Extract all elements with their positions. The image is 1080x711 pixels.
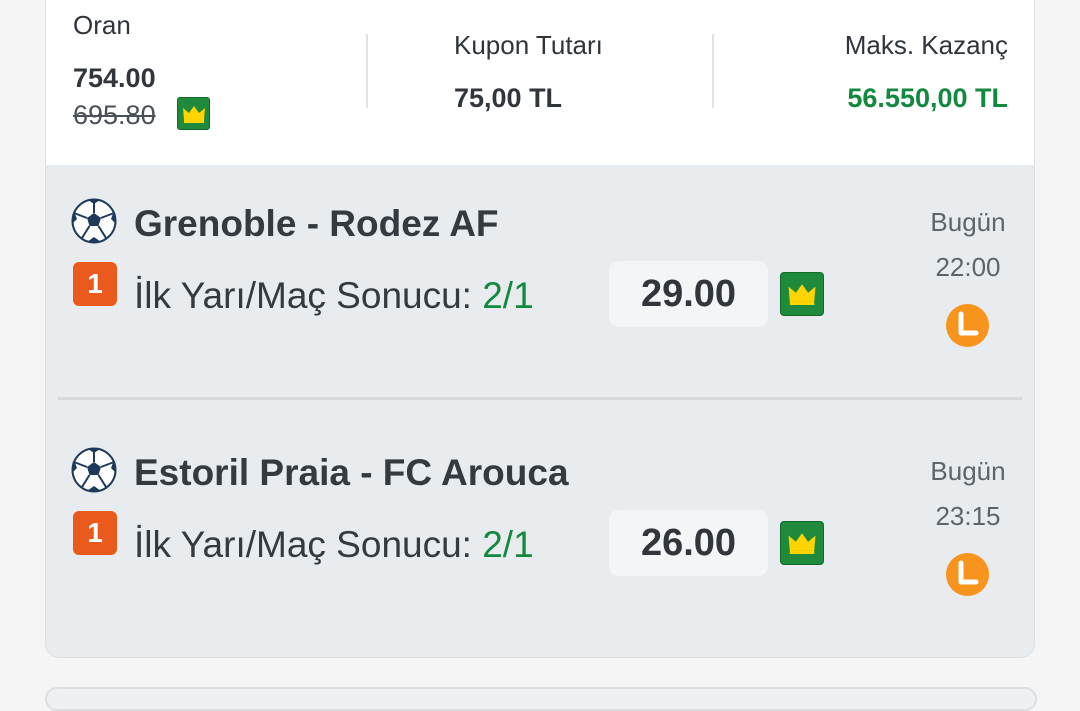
soccer-ball-icon	[71, 198, 117, 244]
match-time: 23:15	[935, 501, 1001, 531]
odds-summary: Oran 754.00 695.80	[73, 10, 156, 131]
market-label: İlk Yarı/Maç Sonucu: 2/1	[134, 275, 534, 317]
coupon-card: Oran 754.00 695.80 Kupon Tutarı 75,00 TL…	[45, 0, 1035, 658]
match-title: Grenoble - Rodez AF	[134, 203, 499, 244]
stake-value: 75,00 TL	[454, 83, 563, 113]
crown-icon	[780, 272, 824, 316]
clock-icon	[946, 553, 989, 596]
market-type-badge: 1	[73, 511, 117, 555]
stake-label: Kupon Tutarı	[454, 30, 603, 60]
odds-value-box[interactable]: 29.00	[609, 261, 768, 327]
max-win-value: 56.550,00 TL	[847, 83, 1008, 113]
crown-icon	[177, 97, 210, 130]
coupon-summary: Oran 754.00 695.80 Kupon Tutarı 75,00 TL…	[46, 0, 1034, 165]
odds-old-value: 695.80	[73, 100, 156, 130]
divider	[366, 34, 368, 108]
max-win-label: Maks. Kazanç	[844, 30, 1008, 60]
clock-icon	[946, 304, 989, 347]
odds-value: 754.00	[73, 63, 156, 93]
match-row[interactable]: Grenoble - Rodez AF 1 İlk Yarı/Maç Sonuc…	[46, 165, 1034, 397]
crown-icon	[780, 521, 824, 565]
market-label: İlk Yarı/Maç Sonucu: 2/1	[134, 524, 534, 566]
market-type-badge: 1	[73, 262, 117, 306]
max-win-summary: Maks. Kazanç 56.550,00 TL	[845, 30, 1008, 114]
row-divider	[58, 397, 1022, 400]
odds-value-box[interactable]: 26.00	[609, 510, 768, 576]
divider	[712, 34, 714, 108]
market-name: İlk Yarı/Maç Sonucu:	[134, 524, 483, 565]
match-row[interactable]: Estoril Praia - FC Arouca 1 İlk Yarı/Maç…	[46, 414, 1034, 657]
stake-summary: Kupon Tutarı 75,00 TL	[454, 30, 603, 114]
selected-pick: 2/1	[482, 524, 534, 565]
soccer-ball-icon	[71, 447, 117, 493]
match-day: Bugün	[930, 207, 1006, 237]
selected-pick: 2/1	[482, 275, 534, 316]
match-time: 22:00	[935, 252, 1001, 282]
market-name: İlk Yarı/Maç Sonucu:	[134, 275, 483, 316]
odds-label: Oran	[73, 10, 131, 40]
match-day: Bugün	[930, 456, 1006, 486]
match-title: Estoril Praia - FC Arouca	[134, 452, 569, 493]
